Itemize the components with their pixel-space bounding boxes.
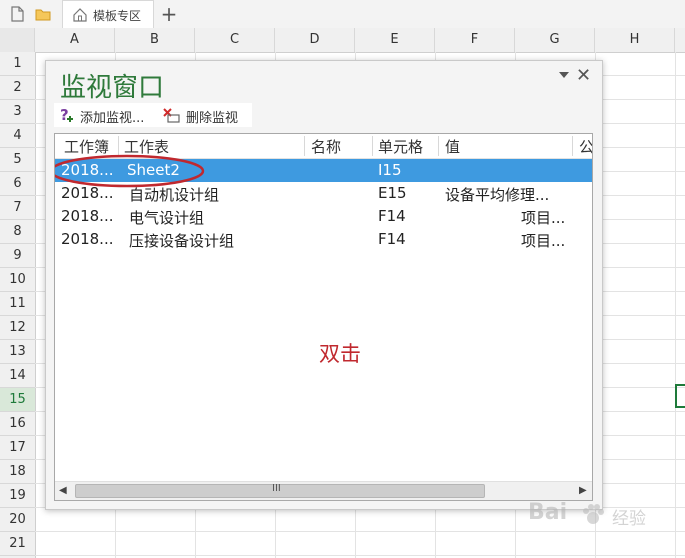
row-header-15[interactable]: 15 [0, 388, 35, 412]
column-header-b[interactable]: B [115, 28, 195, 52]
scrollbar-thumb[interactable]: III [75, 483, 485, 498]
header-name[interactable]: 名称 [311, 136, 341, 157]
add-watch-button[interactable]: ? 添加监视... [54, 103, 160, 127]
paw-logo-icon [583, 504, 604, 524]
watermark-cn-text: 经验 [612, 509, 646, 529]
baidu-watermark: Bai 经验 [528, 498, 678, 538]
scroll-left-arrow-icon[interactable]: ◀ [59, 485, 67, 496]
header-cell[interactable]: 单元格 [378, 136, 423, 157]
folder-icon[interactable] [34, 5, 52, 23]
cell-reference: F14 [378, 230, 406, 248]
row-header-19[interactable]: 19 [0, 484, 35, 508]
column-header-h[interactable]: H [595, 28, 675, 52]
dropdown-triangle-icon[interactable] [558, 69, 570, 81]
row-header-1[interactable]: 1 [0, 52, 35, 76]
cell-value: 项目... [521, 232, 566, 250]
row-header-16[interactable]: 16 [0, 412, 35, 436]
watch-window-dialog: 监视窗口 ✕ ? 添加监视... 删除监视 工作簿 工作表 名称 单元格 值 公… [45, 60, 603, 510]
row-header-21[interactable]: 21 [0, 532, 35, 556]
select-all-corner[interactable] [0, 28, 35, 52]
horizontal-scrollbar[interactable]: ◀ III ▶ [55, 481, 592, 500]
row-header-10[interactable]: 10 [0, 268, 35, 292]
add-tab-button[interactable]: + [158, 3, 180, 25]
delete-watch-icon [163, 108, 180, 123]
column-header-a[interactable]: A [35, 28, 115, 52]
scrollbar-grip: III [272, 483, 281, 494]
row-header-13[interactable]: 13 [0, 340, 35, 364]
close-icon[interactable]: ✕ [576, 65, 591, 86]
active-cell-cursor[interactable] [675, 384, 685, 408]
watch-list[interactable]: 工作簿 工作表 名称 单元格 值 公 2018... Sheet2 I15 20… [54, 133, 593, 501]
column-header-c[interactable]: C [195, 28, 275, 52]
row-header: 1 2 3 4 5 6 7 8 9 10 11 12 13 14 15 16 1… [0, 52, 36, 558]
scroll-right-arrow-icon[interactable]: ▶ [579, 485, 587, 496]
row-header-9[interactable]: 9 [0, 244, 35, 268]
row-header-6[interactable]: 6 [0, 172, 35, 196]
tab-template-label: 模板专区 [93, 9, 142, 23]
red-circle-annotation [55, 154, 205, 188]
cell-workbook: 2018... [61, 230, 114, 248]
row-header-8[interactable]: 8 [0, 220, 35, 244]
delete-watch-label: 删除监视 [186, 111, 239, 126]
column-header-d[interactable]: D [275, 28, 355, 52]
row-header-5[interactable]: 5 [0, 148, 35, 172]
cell-value: 设备平均修理... [445, 186, 550, 204]
row-header-7[interactable]: 7 [0, 196, 35, 220]
watch-list-row[interactable]: 2018... 电气设计组 F14 项目... [55, 205, 592, 228]
cell-reference: E15 [378, 184, 407, 202]
watch-list-row[interactable]: 2018... 压接设备设计组 F14 项目... [55, 228, 592, 251]
column-header-e[interactable]: E [355, 28, 435, 52]
row-header-2[interactable]: 2 [0, 76, 35, 100]
watch-window-title: 监视窗口 [60, 73, 165, 103]
row-header-20[interactable]: 20 [0, 508, 35, 532]
tab-template-zone[interactable]: 模板专区 [62, 0, 154, 28]
column-header-f[interactable]: F [435, 28, 515, 52]
svg-text:?: ? [60, 106, 69, 124]
row-header-18[interactable]: 18 [0, 460, 35, 484]
tab-bar: 模板专区 + [0, 0, 685, 29]
watermark-logo-text: Bai [528, 500, 568, 525]
column-header-g[interactable]: G [515, 28, 595, 52]
delete-watch-button[interactable]: 删除监视 [158, 103, 252, 127]
cell-reference: I15 [378, 161, 402, 179]
header-value[interactable]: 值 [445, 136, 460, 157]
add-watch-icon: ? [60, 106, 73, 124]
add-watch-label: 添加监视... [80, 111, 145, 126]
double-click-annotation: 双击 [319, 342, 361, 366]
cell-workbook: 2018... [61, 207, 114, 225]
home-icon [73, 8, 87, 22]
row-header-11[interactable]: 11 [0, 292, 35, 316]
new-file-icon[interactable] [8, 5, 26, 23]
cell-sheet: 电气设计组 [129, 209, 205, 227]
cell-sheet: 压接设备设计组 [129, 232, 235, 250]
cell-reference: F14 [378, 207, 406, 225]
column-header: A B C D E F G H [0, 28, 685, 53]
row-header-12[interactable]: 12 [0, 316, 35, 340]
row-header-3[interactable]: 3 [0, 100, 35, 124]
row-header-14[interactable]: 14 [0, 364, 35, 388]
row-header-4[interactable]: 4 [0, 124, 35, 148]
cell-value: 项目... [521, 209, 566, 227]
row-header-17[interactable]: 17 [0, 436, 35, 460]
header-formula[interactable]: 公 [579, 136, 592, 157]
